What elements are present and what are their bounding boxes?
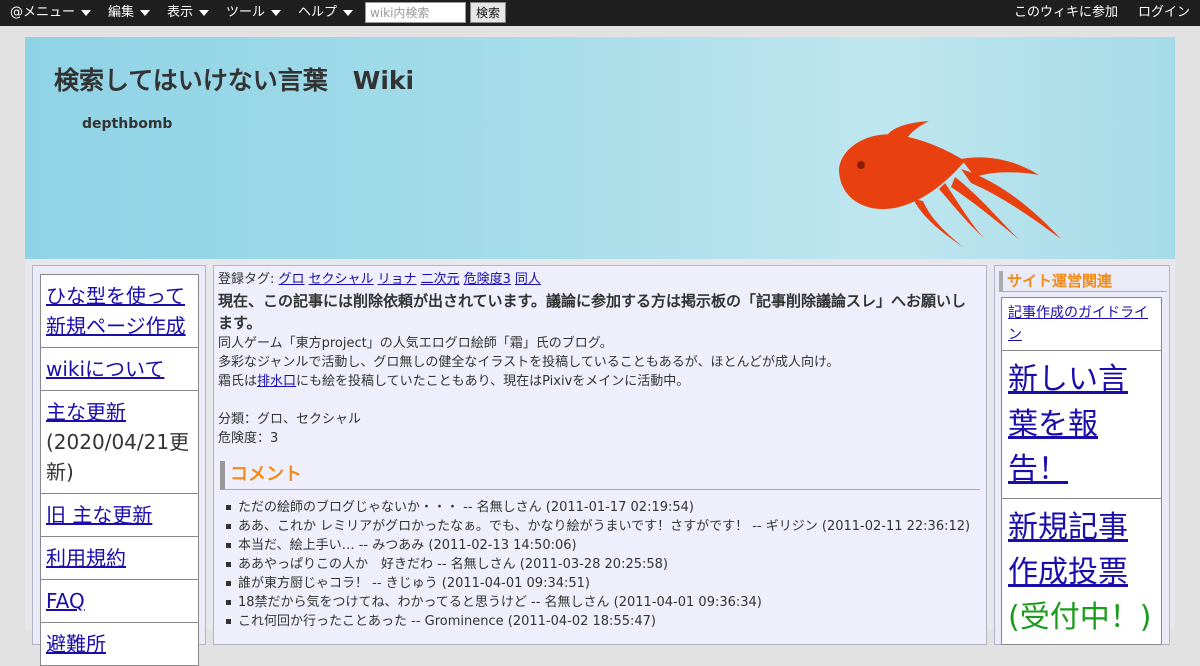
menu-label: @メニュー [10,5,76,20]
join-wiki-link[interactable]: このウィキに参加 [1014,0,1118,26]
comment-heading: コメント [220,461,980,490]
menu-label: ツール [226,5,266,20]
bullet [226,543,231,548]
menu-tools[interactable]: ツール [226,0,282,26]
desc-text: 霜氏は [218,374,258,389]
nav-item-guideline: 記事作成のガイドライン [1001,297,1162,351]
nav-item-about-wiki: wikiについて [40,348,199,391]
nav-item-shelter: 避難所 [40,623,199,666]
nav-item-new-page-template: ひな型を使って新規ページ作成 [40,274,199,348]
article-description: 同人ゲーム「東方project」の人気エログロ絵師「霜」氏のブログ。 多彩なジャ… [218,334,980,448]
login-link[interactable]: ログイン [1138,0,1190,26]
tag-list: 登録タグ: グロ セクシャル リョナ 二次元 危険度3 同人 [218,270,980,289]
nav-item-new-article-vote: 新規記事作成投票 (受付中！) [1001,499,1162,645]
nav-item-main-updates: 主な更新 (2020/04/21更新) [40,391,199,494]
top-menu-bar: @メニュー 編集 表示 ツール ヘルプ 検索 このウィキに参加 ログイン [0,0,1200,26]
bullet [226,562,231,567]
tag-link[interactable]: リョナ [378,272,417,287]
tag-link[interactable]: 危険度3 [464,272,511,287]
nav-link[interactable]: 利用規約 [46,546,126,570]
comment-list: ただの絵師のブログじゃないか・・・ -- 名無しさん (2011-01-17 0… [218,498,980,631]
nav-link[interactable]: 避難所 [46,632,106,656]
nav-link[interactable]: wikiについて [46,357,164,381]
guideline-link[interactable]: 記事作成のガイドライン [1008,305,1148,343]
report-word-link[interactable]: 新しい言葉を報告！ [1008,362,1128,487]
desc-line: 霜氏は排水口にも絵を投稿していたこともあり、現在はPixivをメインに活動中。 [218,372,980,391]
bullet [226,619,231,624]
comment-text: これ何回か行ったことあった -- Grominence (2011-04-02 … [238,614,656,629]
chevron-down-icon [343,9,354,16]
right-sidebar: サイト運営関連 記事作成のガイドライン 新しい言葉を報告！ 新規記事作成投票 (受… [994,265,1170,645]
comment-text: ただの絵師のブログじゃないか・・・ -- 名無しさん (2011-01-17 0… [238,500,694,515]
bullet [226,581,231,586]
nav-item-report-word: 新しい言葉を報告！ [1001,351,1162,499]
comment-item: 本当だ、絵上手い… -- みつあみ (2011-02-13 14:50:06) [226,536,980,555]
desc-text: にも絵を投稿していたこともあり、現在はPixivをメインに活動中。 [296,374,690,389]
nav-link[interactable]: ひな型を使って新規ページ作成 [46,284,186,338]
bullet [226,600,231,605]
nav-item-old-updates: 旧 主な更新 [40,494,199,537]
drain-link[interactable]: 排水口 [257,374,296,389]
site-management-heading: サイト運営関連 [999,271,1167,292]
comment-item: ああ、これか レミリアがグロかったなぁ。でも、かなり絵がうまいです！さすがです！… [226,517,980,536]
main-content: 登録タグ: グロ セクシャル リョナ 二次元 危険度3 同人 現在、この記事には削除依頼が… [213,265,987,645]
tag-link[interactable]: 同人 [515,272,541,287]
tags-label: 登録タグ: [218,272,275,287]
comment-item: ただの絵師のブログじゃないか・・・ -- 名無しさん (2011-01-17 0… [226,498,980,517]
desc-line: 同人ゲーム「東方project」の人気エログロ絵師「霜」氏のブログ。 [218,336,613,351]
comment-text: 本当だ、絵上手い… -- みつあみ (2011-02-13 14:50:06) [238,538,577,553]
search-button[interactable]: 検索 [470,2,506,23]
menu-help[interactable]: ヘルプ [298,0,354,26]
comment-text: ああやっぱりこの人か 好きだわ -- 名無しさん (2011-03-28 20:… [238,557,668,572]
menu-label: 表示 [167,5,194,20]
site-subtitle: depthbomb [82,116,173,132]
comment-text: 誰が東方厨じゃコラ！ -- きじゅう (2011-04-01 09:34:51) [238,576,590,591]
left-nav: ひな型を使って新規ページ作成 wikiについて 主な更新 (2020/04/21更… [40,274,199,666]
left-sidebar: ひな型を使って新規ページ作成 wikiについて 主な更新 (2020/04/21更… [32,265,206,666]
nav-item-terms: 利用規約 [40,537,199,580]
menu-label: 編集 [108,5,135,20]
nav-item-faq: FAQ [40,580,199,623]
search-input[interactable] [365,2,466,23]
chevron-down-icon [81,9,92,16]
update-date-note: (2020/04/21更新) [46,430,190,484]
comment-item: ああやっぱりこの人か 好きだわ -- 名無しさん (2011-03-28 20:… [226,555,980,574]
menu-atmenu[interactable]: @メニュー [10,0,92,26]
bullet [226,505,231,510]
comment-item: これ何回か行ったことあった -- Grominence (2011-04-02 … [226,612,980,631]
deletion-notice: 現在、この記事には削除依頼が出されています。議論に参加する方は掲示板の「記事削除… [218,292,967,332]
chevron-down-icon [271,9,282,16]
category-line: 分類：グロ、セクシャル [218,412,362,427]
menu-label: ヘルプ [298,5,338,20]
menu-view[interactable]: 表示 [167,0,210,26]
menu-edit[interactable]: 編集 [108,0,151,26]
bullet [226,524,231,529]
comment-item: 誰が東方厨じゃコラ！ -- きじゅう (2011-04-01 09:34:51) [226,574,980,593]
nav-link[interactable]: FAQ [46,589,85,613]
right-nav: 記事作成のガイドライン 新しい言葉を報告！ 新規記事作成投票 (受付中！) [1001,297,1162,645]
comment-text: ああ、これか レミリアがグロかったなぁ。でも、かなり絵がうまいです！さすがです！… [238,519,971,534]
chevron-down-icon [140,9,151,16]
site-header: 検索してはいけない言葉 Wiki depthbomb [25,37,1175,259]
danger-level-line: 危険度：3 [218,431,279,446]
tag-link[interactable]: セクシャル [309,272,374,287]
nav-link[interactable]: 旧 主な更新 [46,503,152,527]
chevron-down-icon [199,9,210,16]
tag-link[interactable]: 二次元 [421,272,460,287]
nav-link[interactable]: 主な更新 [46,400,126,424]
tag-link[interactable]: グロ [279,272,305,287]
new-article-vote-link[interactable]: 新規記事作成投票 [1008,510,1128,590]
goldfish-icon [839,121,1061,247]
comment-item: 18禁だから気をつけてね、わかってると思うけど -- 名無しさん (2011-0… [226,593,980,612]
site-title[interactable]: 検索してはいけない言葉 Wiki [54,61,414,97]
comment-text: 18禁だから気をつけてね、わかってると思うけど -- 名無しさん (2011-0… [238,595,762,610]
desc-line: 多彩なジャンルで活動し、グロ無しの健全なイラストを投稿していることもあるが、ほと… [218,355,840,370]
